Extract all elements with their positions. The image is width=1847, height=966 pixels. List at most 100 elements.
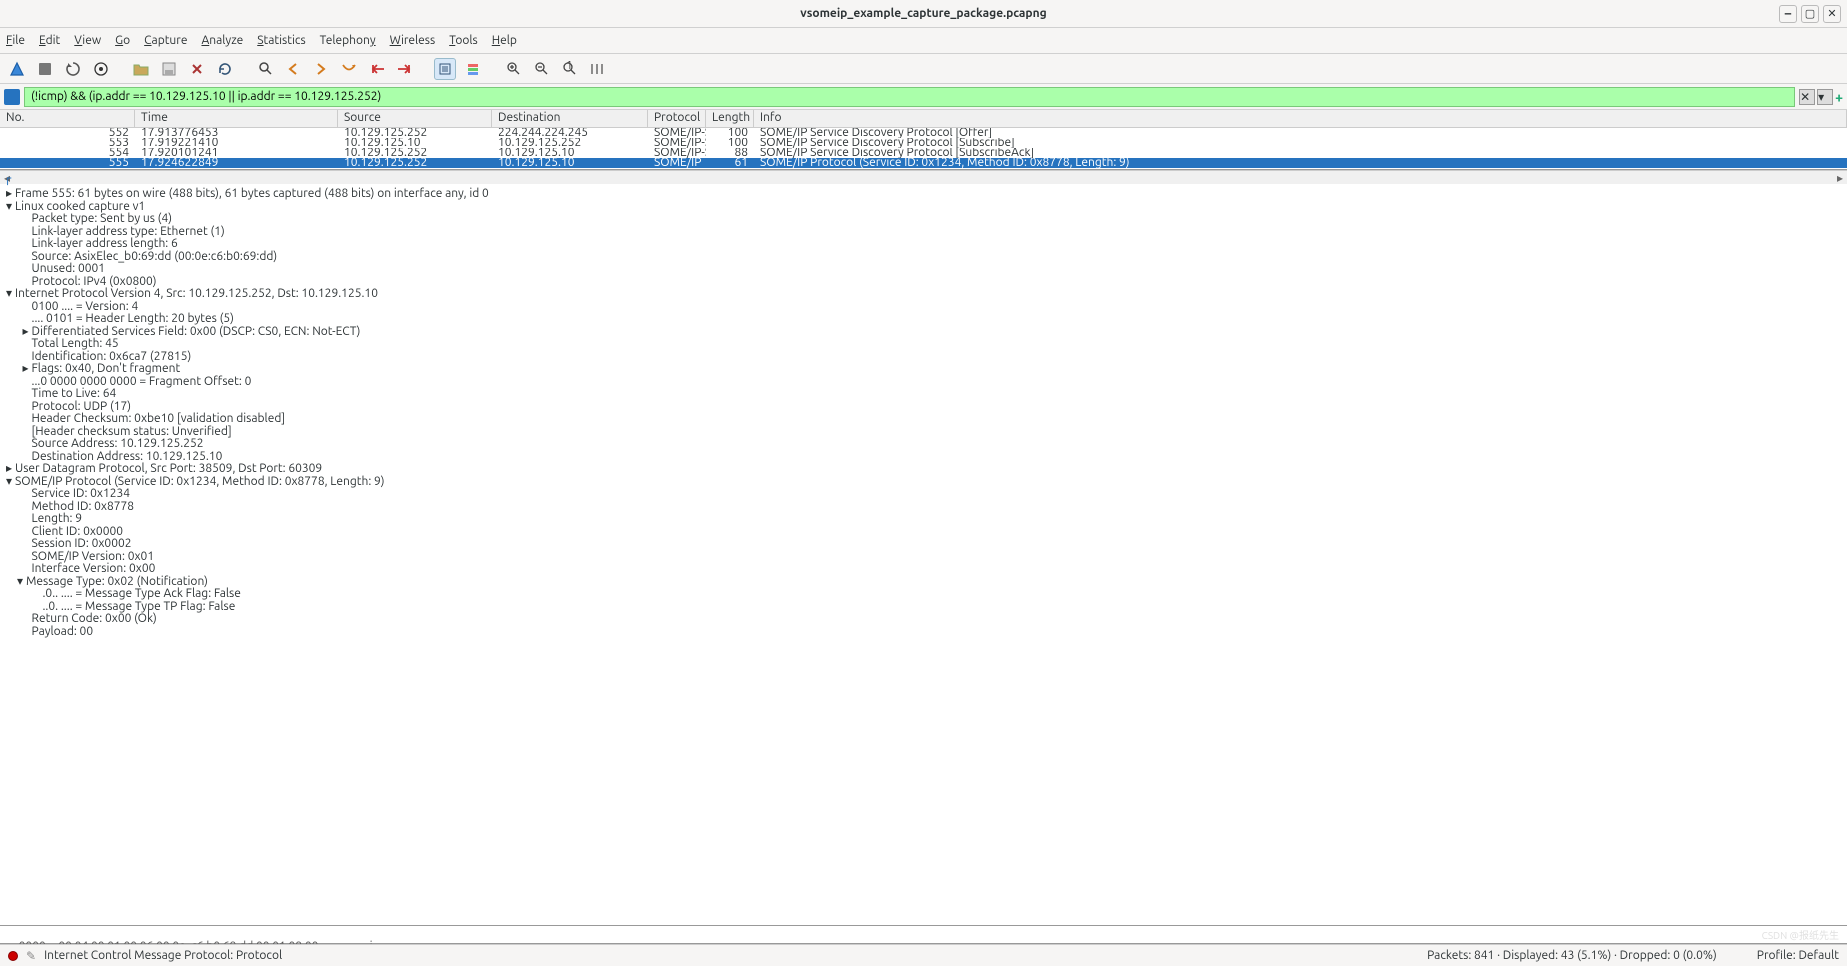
go-to-packet-icon[interactable] <box>338 58 360 80</box>
detail-line[interactable]: Interface Version: 0x00 <box>6 563 1841 576</box>
close-file-icon[interactable] <box>186 58 208 80</box>
open-file-icon[interactable] <box>130 58 152 80</box>
detail-line[interactable]: ..0. .... = Message Type TP Flag: False <box>6 601 1841 614</box>
detail-line[interactable]: Total Length: 45 <box>6 338 1841 351</box>
clear-filter-icon[interactable]: ✕ <box>1799 89 1815 105</box>
detail-line[interactable]: ▸Differentiated Services Field: 0x00 (DS… <box>6 326 1841 339</box>
packet-row[interactable]: 55517.92462284910.129.125.25210.129.125.… <box>0 158 1847 168</box>
detail-line[interactable]: 0100 .... = Version: 4 <box>6 301 1841 314</box>
packet-list-pane[interactable]: No. Time Source Destination Protocol Len… <box>0 110 1847 170</box>
packet-row[interactable]: 55417.92010124110.129.125.25210.129.125.… <box>0 148 1847 158</box>
detail-line[interactable]: Return Code: 0x00 (Ok) <box>6 613 1841 626</box>
detail-line[interactable]: ▾SOME/IP Protocol (Service ID: 0x1234, M… <box>6 476 1841 489</box>
detail-line[interactable]: ▾Message Type: 0x02 (Notification) <box>6 576 1841 589</box>
save-file-icon[interactable] <box>158 58 180 80</box>
detail-line[interactable]: SOME/IP Version: 0x01 <box>6 551 1841 564</box>
go-back-icon[interactable] <box>282 58 304 80</box>
zoom-in-icon[interactable] <box>502 58 524 80</box>
restart-capture-icon[interactable] <box>62 58 84 80</box>
stop-capture-icon[interactable] <box>34 58 56 80</box>
filter-bar: ✕ ▾ + <box>0 84 1847 110</box>
detail-line[interactable]: Payload: 00 <box>6 626 1841 639</box>
menu-help[interactable]: Help <box>492 34 517 47</box>
detail-line[interactable]: Service ID: 0x1234 <box>6 488 1841 501</box>
window-title: vsomeip_example_capture_package.pcapng <box>800 7 1046 20</box>
detail-line[interactable]: Link-layer address length: 6 <box>6 238 1841 251</box>
packet-row[interactable]: 55317.91922141010.129.125.1010.129.125.2… <box>0 138 1847 148</box>
detail-line[interactable]: .... 0101 = Header Length: 20 bytes (5) <box>6 313 1841 326</box>
packet-bytes-pane[interactable]: 0000 00 04 00 01 00 06 00 0e c6 b0 69 dd… <box>0 926 1847 944</box>
detail-line[interactable]: Unused: 0001 <box>6 263 1841 276</box>
detail-line[interactable]: ▾Linux cooked capture v1 <box>6 201 1841 214</box>
menu-capture[interactable]: Capture <box>144 34 187 47</box>
find-packet-icon[interactable] <box>254 58 276 80</box>
colorize-icon[interactable] <box>462 58 484 80</box>
detail-line[interactable]: Length: 9 <box>6 513 1841 526</box>
status-profile[interactable]: Profile: Default <box>1757 949 1839 962</box>
detail-line[interactable]: ▸Flags: 0x40, Don't fragment <box>6 363 1841 376</box>
display-filter-input[interactable] <box>24 87 1795 107</box>
resize-columns-icon[interactable] <box>586 58 608 80</box>
zoom-reset-icon[interactable]: 1 <box>558 58 580 80</box>
capture-file-properties-icon[interactable]: ✎ <box>26 949 36 963</box>
col-time[interactable]: Time <box>135 110 338 127</box>
toolbar: 1 <box>0 54 1847 84</box>
menu-go[interactable]: Go <box>115 34 130 47</box>
detail-line[interactable]: Source Address: 10.129.125.252 <box>6 438 1841 451</box>
detail-line[interactable]: ▸Frame 555: 61 bytes on wire (488 bits),… <box>6 188 1841 201</box>
go-forward-icon[interactable] <box>310 58 332 80</box>
menu-view[interactable]: View <box>74 34 101 47</box>
statusbar: ✎ Internet Control Message Protocol: Pro… <box>0 944 1847 966</box>
bookmark-filter-icon[interactable] <box>4 89 20 105</box>
detail-line[interactable]: Time to Live: 64 <box>6 388 1841 401</box>
expert-info-icon[interactable] <box>8 951 18 961</box>
go-last-icon[interactable] <box>394 58 416 80</box>
scroll-right-icon[interactable]: ▸ <box>1837 171 1843 184</box>
reload-icon[interactable] <box>214 58 236 80</box>
capture-options-icon[interactable] <box>90 58 112 80</box>
menu-analyze[interactable]: Analyze <box>201 34 243 47</box>
menu-statistics[interactable]: Statistics <box>257 34 305 47</box>
titlebar: vsomeip_example_capture_package.pcapng ‒… <box>0 0 1847 28</box>
detail-line[interactable]: Packet type: Sent by us (4) <box>6 213 1841 226</box>
detail-line[interactable]: Method ID: 0x8778 <box>6 501 1841 514</box>
detail-line[interactable]: Source: AsixElec_b0:69:dd (00:0e:c6:b0:6… <box>6 251 1841 264</box>
col-length[interactable]: Length <box>706 110 754 127</box>
col-destination[interactable]: Destination <box>492 110 648 127</box>
minimize-button[interactable]: ‒ <box>1779 5 1797 23</box>
menu-tools[interactable]: Tools <box>449 34 478 47</box>
svg-text:1: 1 <box>566 61 573 72</box>
detail-line[interactable]: ...0 0000 0000 0000 = Fragment Offset: 0 <box>6 376 1841 389</box>
menu-file[interactable]: FFileile <box>6 34 25 47</box>
menu-telephony[interactable]: Telephony <box>320 34 376 47</box>
detail-line[interactable]: [Header checksum status: Unverified] <box>6 426 1841 439</box>
col-info[interactable]: Info <box>754 110 1847 127</box>
auto-scroll-icon[interactable] <box>434 58 456 80</box>
packet-row[interactable]: 55217.91377645310.129.125.252224.244.224… <box>0 128 1847 138</box>
packet-list-scrollbar[interactable]: ┌ ◂▸ <box>0 170 1847 184</box>
menu-edit[interactable]: Edit <box>39 34 60 47</box>
go-first-icon[interactable] <box>366 58 388 80</box>
detail-line[interactable]: ▸User Datagram Protocol, Src Port: 38509… <box>6 463 1841 476</box>
start-capture-icon[interactable] <box>6 58 28 80</box>
add-filter-button[interactable]: + <box>1835 89 1843 105</box>
detail-line[interactable]: Client ID: 0x0000 <box>6 526 1841 539</box>
detail-line[interactable]: ▾Internet Protocol Version 4, Src: 10.12… <box>6 288 1841 301</box>
menu-wireless[interactable]: Wireless <box>390 34 436 47</box>
col-protocol[interactable]: Protocol <box>648 110 706 127</box>
close-button[interactable]: ✕ <box>1823 5 1841 23</box>
watermark: CSDN @报纸先生 <box>1762 927 1839 942</box>
maximize-button[interactable]: ▢ <box>1801 5 1819 23</box>
zoom-out-icon[interactable] <box>530 58 552 80</box>
detail-line[interactable]: Header Checksum: 0xbe10 [validation disa… <box>6 413 1841 426</box>
filter-dropdown-icon[interactable]: ▾ <box>1817 89 1833 105</box>
packet-details-pane[interactable]: ▸Frame 555: 61 bytes on wire (488 bits),… <box>0 184 1847 926</box>
col-source[interactable]: Source <box>338 110 492 127</box>
detail-line[interactable]: .0.. .... = Message Type Ack Flag: False <box>6 588 1841 601</box>
packet-list-header[interactable]: No. Time Source Destination Protocol Len… <box>0 110 1847 128</box>
detail-line[interactable]: Identification: 0x6ca7 (27815) <box>6 351 1841 364</box>
col-no[interactable]: No. <box>0 110 135 127</box>
detail-line[interactable]: Link-layer address type: Ethernet (1) <box>6 226 1841 239</box>
detail-line[interactable]: Session ID: 0x0002 <box>6 538 1841 551</box>
related-packet-marker: ┌ <box>4 171 11 185</box>
